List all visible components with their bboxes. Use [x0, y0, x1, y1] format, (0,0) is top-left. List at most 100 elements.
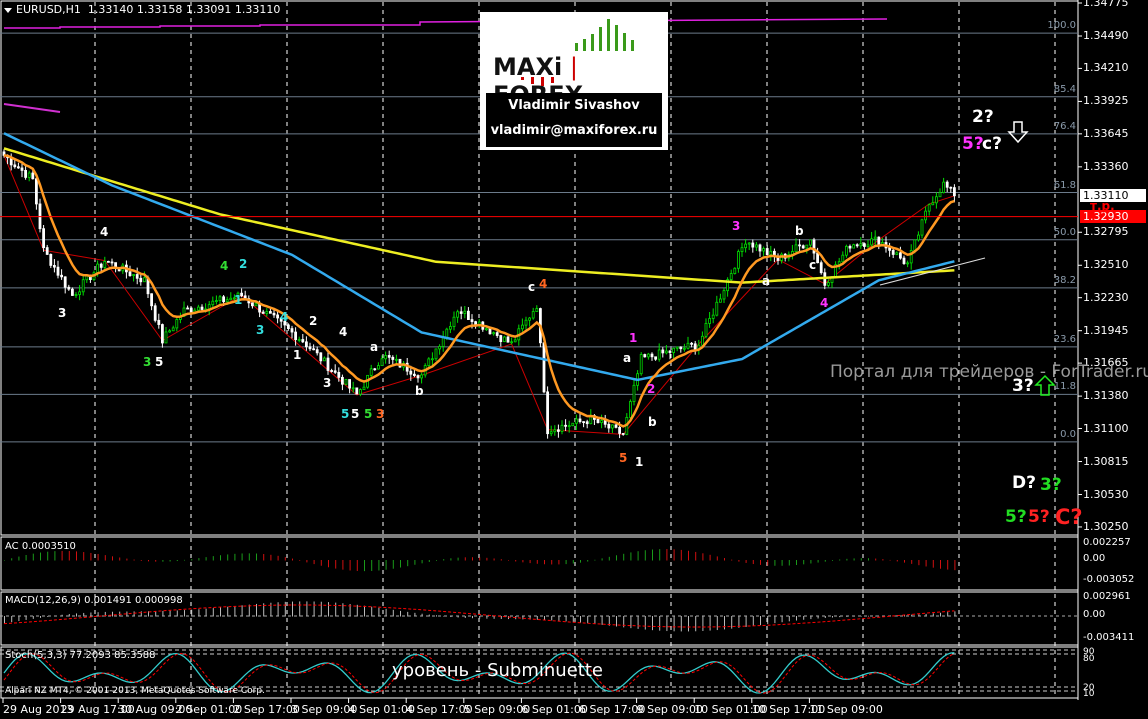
- ac-bar: [277, 555, 279, 561]
- candle-body: [931, 202, 935, 206]
- candle-body: [348, 379, 352, 389]
- macd-bar: [364, 605, 365, 617]
- ac-bar: [32, 553, 34, 561]
- macd-bar: [558, 616, 560, 621]
- wave-label: 3: [256, 323, 265, 337]
- candle-body: [456, 311, 460, 318]
- macd-bar: [745, 616, 747, 627]
- ac-bar: [954, 560, 956, 571]
- macd-bar: [702, 616, 704, 631]
- candle-body: [290, 328, 294, 333]
- candle-body: [103, 260, 107, 268]
- macd-bar: [659, 616, 661, 631]
- candle-body: [805, 244, 809, 249]
- ac-bar: [702, 553, 704, 561]
- candle-body: [899, 252, 902, 259]
- candle-body: [683, 347, 686, 350]
- candle-body: [920, 219, 924, 236]
- candle-body: [495, 332, 499, 336]
- candle-body: [765, 248, 769, 256]
- candle-body: [575, 418, 578, 424]
- candle-body: [427, 358, 431, 367]
- wave-label: a: [762, 274, 771, 288]
- macd-bar: [767, 616, 769, 625]
- ac-bar: [191, 559, 193, 561]
- macd-bar: [112, 611, 113, 617]
- ac-bar: [659, 549, 661, 561]
- price-axis-label: 1.30530: [1083, 487, 1129, 501]
- wave-label: a: [370, 340, 379, 354]
- candle-body: [358, 389, 362, 395]
- candle-body: [448, 326, 452, 330]
- macd-bar: [580, 616, 581, 623]
- candle-body: [654, 356, 657, 360]
- macd-bar: [248, 604, 250, 617]
- ac-bar: [76, 551, 77, 561]
- macd-label: MACD(12,26,9) 0.001491 0.000998: [5, 595, 183, 606]
- candle-body: [560, 424, 564, 432]
- candle-body: [391, 356, 395, 360]
- wave-label: 2: [647, 382, 656, 396]
- candle-body: [953, 187, 956, 197]
- candle-body: [942, 181, 945, 193]
- macd-bar: [630, 616, 632, 629]
- macd-bar: [565, 616, 567, 622]
- candle-body: [24, 170, 28, 178]
- candle-body: [409, 370, 413, 375]
- candle-body: [690, 342, 693, 345]
- ac-bar: [767, 560, 769, 566]
- price-axis-label: 1.34210: [1083, 61, 1129, 75]
- ac-bar: [810, 560, 812, 564]
- candle-body: [935, 196, 938, 204]
- ac-bar: [83, 552, 85, 561]
- candle-body: [211, 300, 215, 306]
- candle-body: [582, 421, 585, 424]
- macd-bar: [191, 609, 193, 617]
- candle-body: [110, 261, 114, 264]
- ac-bar: [788, 560, 790, 566]
- ac-bar: [904, 560, 905, 563]
- candle-body: [333, 370, 337, 373]
- price-axis-label: 1.31380: [1083, 389, 1129, 403]
- ac-bar: [349, 560, 351, 571]
- time-axis-label: 11 Sep 09:00: [809, 703, 883, 716]
- candle-body: [35, 178, 38, 205]
- candle-body: [902, 257, 906, 264]
- candle-body: [13, 164, 17, 168]
- price-axis-label: 1.32230: [1083, 290, 1129, 304]
- ac-bar: [565, 560, 567, 565]
- ac-bar: [817, 560, 819, 563]
- ac-bar: [839, 559, 841, 561]
- candle-body: [441, 337, 445, 347]
- ac-bar: [184, 559, 185, 561]
- candle-body: [733, 267, 737, 274]
- macd-bar: [803, 616, 805, 620]
- dropdown-triangle-icon[interactable]: [4, 7, 12, 13]
- author-card: Vladimir Sivashov vladimir@maxiforex.ru: [486, 93, 662, 147]
- author-email[interactable]: vladimir@maxiforex.ru: [486, 118, 662, 143]
- macd-bar: [18, 616, 20, 622]
- candle-body: [657, 349, 661, 360]
- candle-body: [535, 308, 539, 312]
- ac-bar: [918, 560, 920, 566]
- price-axis-label: 1.31100: [1083, 421, 1129, 435]
- wave-label: 3: [58, 306, 67, 320]
- ac-bar: [673, 549, 675, 561]
- ac-bar: [284, 557, 286, 561]
- ac-bar: [4, 560, 5, 561]
- candle-body: [16, 166, 20, 169]
- ac-bar: [752, 560, 754, 565]
- macd-bar: [212, 608, 214, 617]
- down-arrow-icon: [1007, 121, 1029, 144]
- ac-bar: [796, 560, 797, 566]
- ac-bar: [227, 554, 229, 561]
- candle-body: [747, 242, 751, 245]
- candle-body: [578, 418, 582, 423]
- macd-bar: [752, 616, 754, 627]
- macd-bar: [688, 616, 689, 632]
- macd-bar: [4, 616, 5, 624]
- candle-body: [816, 252, 819, 264]
- ac-bar: [853, 558, 855, 561]
- candle-body: [665, 350, 668, 354]
- macd-bar: [328, 602, 329, 617]
